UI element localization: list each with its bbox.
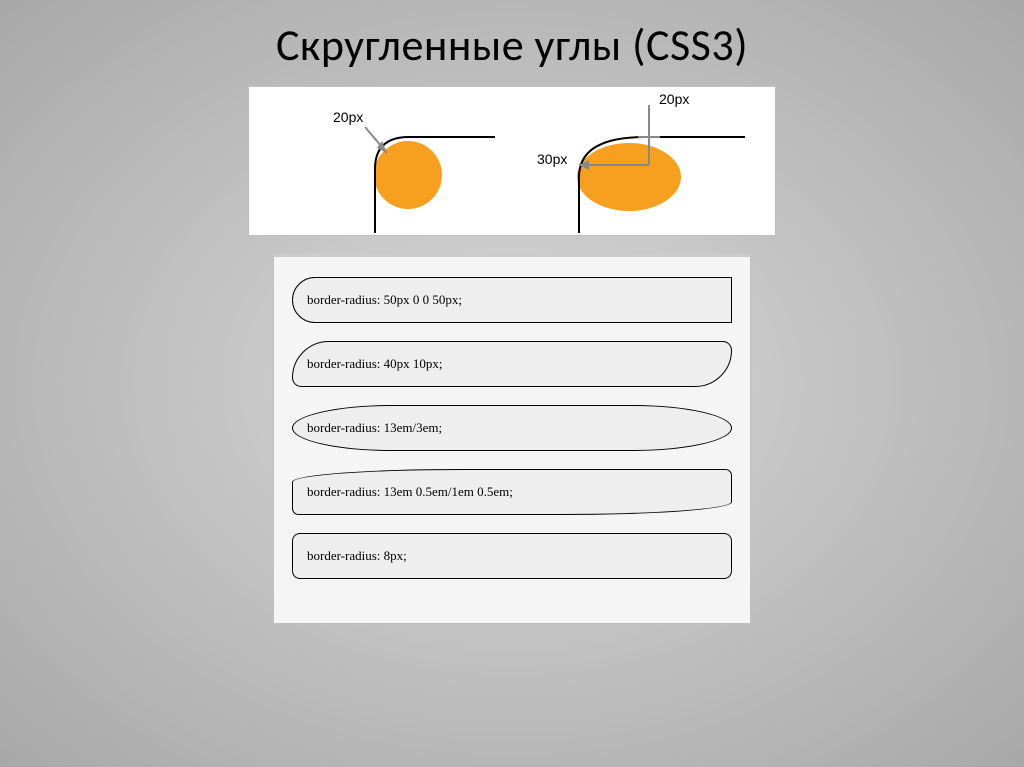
diagram-svg [249,87,777,237]
radius-diagram: 20px 20px 30px [248,86,776,236]
examples-panel: border-radius: 50px 0 0 50px; border-rad… [273,254,751,624]
example-box: border-radius: 50px 0 0 50px; [292,277,732,323]
diagram-label-right-mid: 30px [537,151,567,167]
diagram-label-right-top: 20px [659,91,689,107]
page-title: Скругленные углы (CSS3) [276,18,748,72]
example-box: border-radius: 13em/3em; [292,405,732,451]
example-box: border-radius: 40px 10px; [292,341,732,387]
example-box: border-radius: 8px; [292,533,732,579]
right-ellipse-icon [577,143,681,211]
example-box: border-radius: 13em 0.5em/1em 0.5em; [292,469,732,515]
diagram-label-left: 20px [333,109,363,125]
